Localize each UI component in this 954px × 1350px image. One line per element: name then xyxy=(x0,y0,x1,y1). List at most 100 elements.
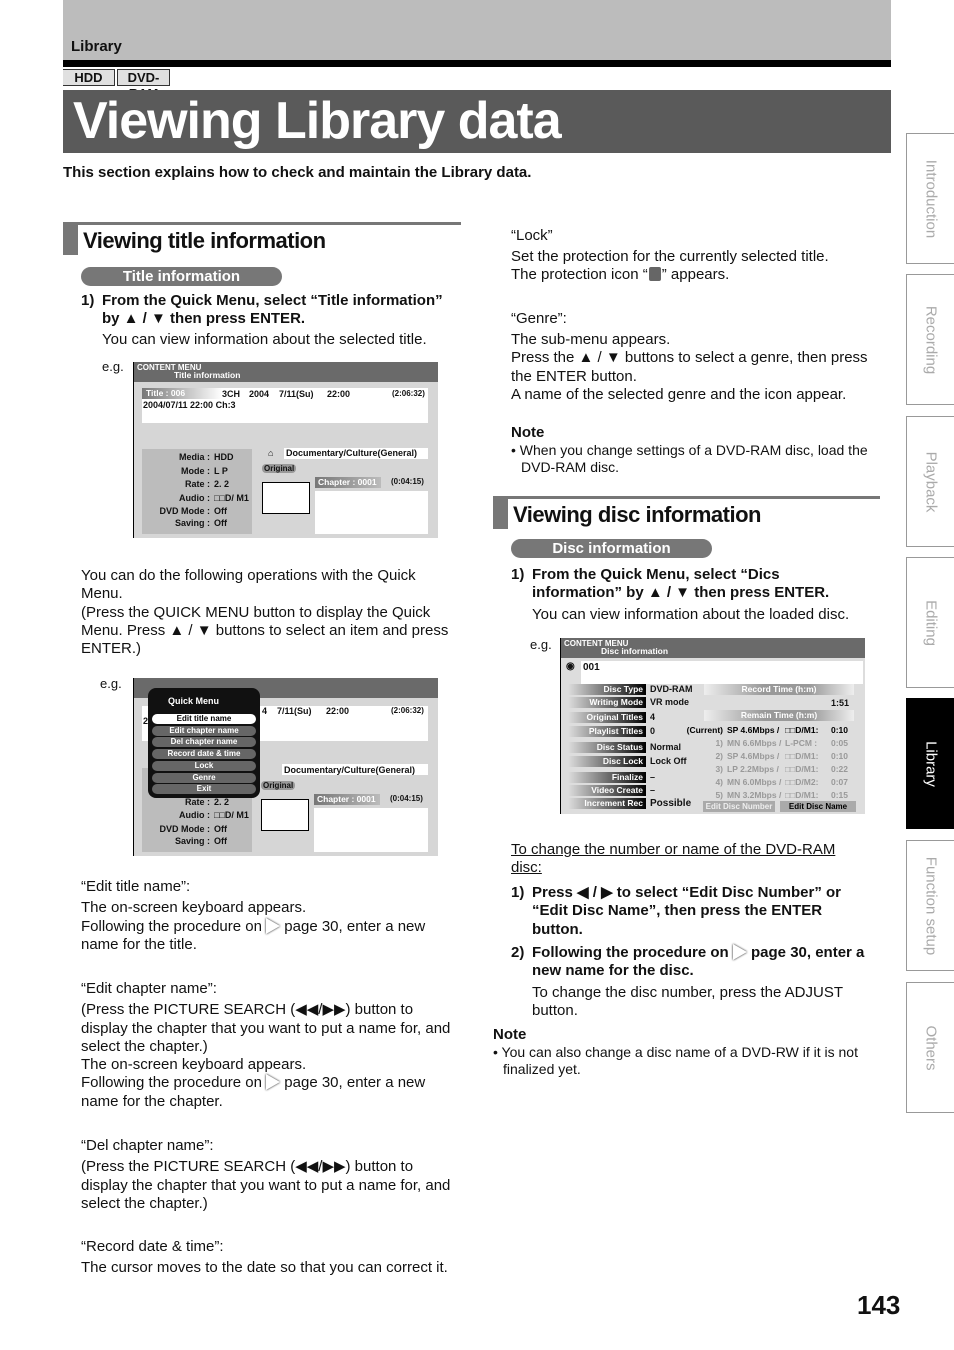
disc-field-value: – xyxy=(650,772,656,782)
field-label: Saving : xyxy=(174,518,210,528)
side-tab-introduction[interactable]: Introduction xyxy=(906,133,954,264)
page-reference-arrow-icon xyxy=(732,944,747,960)
remain-time: 0:22 xyxy=(831,764,849,774)
quick-menu-title: Quick Menu xyxy=(168,696,220,706)
operation-item: “Edit chapter name”: (Press the PICTURE S… xyxy=(81,980,459,1111)
disc-field-label: Original Titles xyxy=(568,712,646,723)
step-text: Press ◀ / ▶ to select “Edit Disc Number”… xyxy=(532,884,841,938)
divider xyxy=(63,60,891,67)
disc-field-label: Disc Status xyxy=(568,742,646,753)
remain-index: 3) xyxy=(715,764,723,774)
eg-label: e.g. xyxy=(102,359,124,374)
section-heading-disc-info: Viewing disc information xyxy=(493,496,880,529)
title-information-screen: CONTENT MENU Title information Title : 00… xyxy=(133,362,438,538)
note-text: • You can also change a disc name of a D… xyxy=(493,1044,858,1077)
remain-audio: L-PCM : xyxy=(785,738,818,748)
side-tab-others[interactable]: Others xyxy=(906,982,954,1113)
field-label: Saving : xyxy=(174,836,210,846)
remain-audio: □□D/M1: xyxy=(785,751,819,761)
side-tab-function-setup[interactable]: Function setup xyxy=(906,840,954,971)
field-value: 2. 2 xyxy=(214,479,230,489)
title-name: 2004/07/11 22:00 Ch:3 xyxy=(143,400,236,410)
line: A name of the selected genre and the ico… xyxy=(511,385,847,403)
note-title: Note xyxy=(493,1026,527,1043)
remain-mode: LP 2.2Mbps / xyxy=(727,764,779,774)
disc-field-value: DVD-RAM xyxy=(650,684,693,694)
remain-mode: MN 6.0Mbps / xyxy=(727,777,782,787)
note-text: • When you change settings of a DVD-RAM … xyxy=(511,442,868,475)
page-reference-arrow-icon xyxy=(266,1074,281,1091)
remain-audio: □□D/M1: xyxy=(785,764,819,774)
section-label: Library xyxy=(71,38,122,55)
field-label: Mode : xyxy=(181,466,210,476)
disc-field-label: Writing Mode xyxy=(568,697,646,708)
step-number: 1) xyxy=(81,292,95,309)
quick-menu: Quick Menu Edit title name Edit chapter n… xyxy=(148,688,260,798)
quick-menu-item[interactable]: Edit title name xyxy=(152,714,256,724)
operation-text: The cursor moves to the date so that you… xyxy=(81,1259,448,1277)
bg-date: 7/11(Su) xyxy=(277,706,312,716)
quick-menu-item[interactable]: Record date & time xyxy=(152,749,256,760)
genre: Documentary/Culture(General) xyxy=(284,765,416,775)
quick-menu-item[interactable]: Lock xyxy=(152,760,256,771)
quick-menu-item[interactable]: Genre xyxy=(152,772,256,783)
remain-index: 5) xyxy=(715,790,723,800)
field-value: □□D/ M1 xyxy=(214,493,249,503)
side-tab-recording[interactable]: Recording xyxy=(906,274,954,405)
operation-title: “Edit title name”: xyxy=(81,878,191,895)
field-value: Off xyxy=(214,518,227,528)
year: 2004 xyxy=(249,389,270,399)
remain-index: 4) xyxy=(715,777,723,787)
remain-audio: □□D/M1: xyxy=(785,725,819,735)
operation-text: The on-screen keyboard appears. xyxy=(81,1056,307,1074)
disc-field-value: 0 xyxy=(650,726,656,736)
lock-text: The protection icon “ xyxy=(511,266,648,283)
operation-item: “Del chapter name”: (Press the PICTURE SE… xyxy=(81,1137,459,1213)
remain-time-label: Remain Time (h:m) xyxy=(704,710,854,721)
remain-mode: MN 6.6Mbps / xyxy=(727,738,782,748)
side-tab-playback[interactable]: Playback xyxy=(906,416,954,547)
edit-disc-number-button[interactable]: Edit Disc Number xyxy=(703,801,775,812)
quick-menu-item[interactable]: Edit chapter name xyxy=(152,725,256,736)
field-value: Off xyxy=(214,836,227,846)
chapter-time: (0:04:15) xyxy=(391,477,424,486)
field-value: L P xyxy=(214,466,228,476)
lock-text: ” appears. xyxy=(661,266,730,283)
remain-index: 2) xyxy=(715,751,723,761)
remain-mode: MN 3.2Mbps / xyxy=(727,790,782,800)
field-label: Media : xyxy=(178,452,210,462)
remain-time: 0:10 xyxy=(831,725,849,735)
step-number: 1) xyxy=(511,884,525,901)
record-time: 1:51 xyxy=(831,698,850,708)
step-text: From the Quick Menu, select “Dics inform… xyxy=(532,566,830,602)
remain-audio: □□D/M1: xyxy=(785,790,819,800)
title-information-pill: Title information xyxy=(81,267,282,286)
operation-title: “Edit chapter name”: xyxy=(81,980,217,997)
remain-mode: SP 4.6Mbps / xyxy=(727,725,780,735)
field-label: Rate : xyxy=(184,479,210,489)
eg-label: e.g. xyxy=(100,676,122,691)
step-text: Following the procedure on xyxy=(532,944,729,961)
screen-title: Disc information xyxy=(601,646,669,656)
genre-title: “Genre”: xyxy=(511,310,567,327)
disc-field-value: VR mode xyxy=(650,697,690,707)
page-title: Viewing Library data xyxy=(63,90,891,153)
disc-information-screen: CONTENT MENU Disc information ◉ 001 Disc … xyxy=(560,638,865,814)
disc-icon: ◉ xyxy=(566,661,575,672)
edit-disc-name-button[interactable]: Edit Disc Name xyxy=(780,801,856,812)
remain-audio: □□D/M2: xyxy=(785,777,819,787)
side-tab-label: Recording xyxy=(922,305,939,374)
quick-menu-item[interactable]: Exit xyxy=(152,784,256,795)
duration: (2:06:32) xyxy=(392,389,425,398)
remain-time: 0:10 xyxy=(831,751,849,761)
side-tab-library[interactable]: Library xyxy=(906,698,954,829)
field-value: Off xyxy=(214,824,227,834)
side-tab-editing[interactable]: Editing xyxy=(906,557,954,688)
disc-information-pill: Disc information xyxy=(511,539,712,558)
bg-time: 22:00 xyxy=(326,706,350,716)
screen-title: Title information xyxy=(174,370,241,380)
operation-title: “Del chapter name”: xyxy=(81,1137,214,1154)
disc-number: 001 xyxy=(583,662,600,673)
quick-menu-paragraph: You can do the following operations with… xyxy=(81,567,449,658)
quick-menu-item[interactable]: Del chapter name xyxy=(152,737,256,748)
